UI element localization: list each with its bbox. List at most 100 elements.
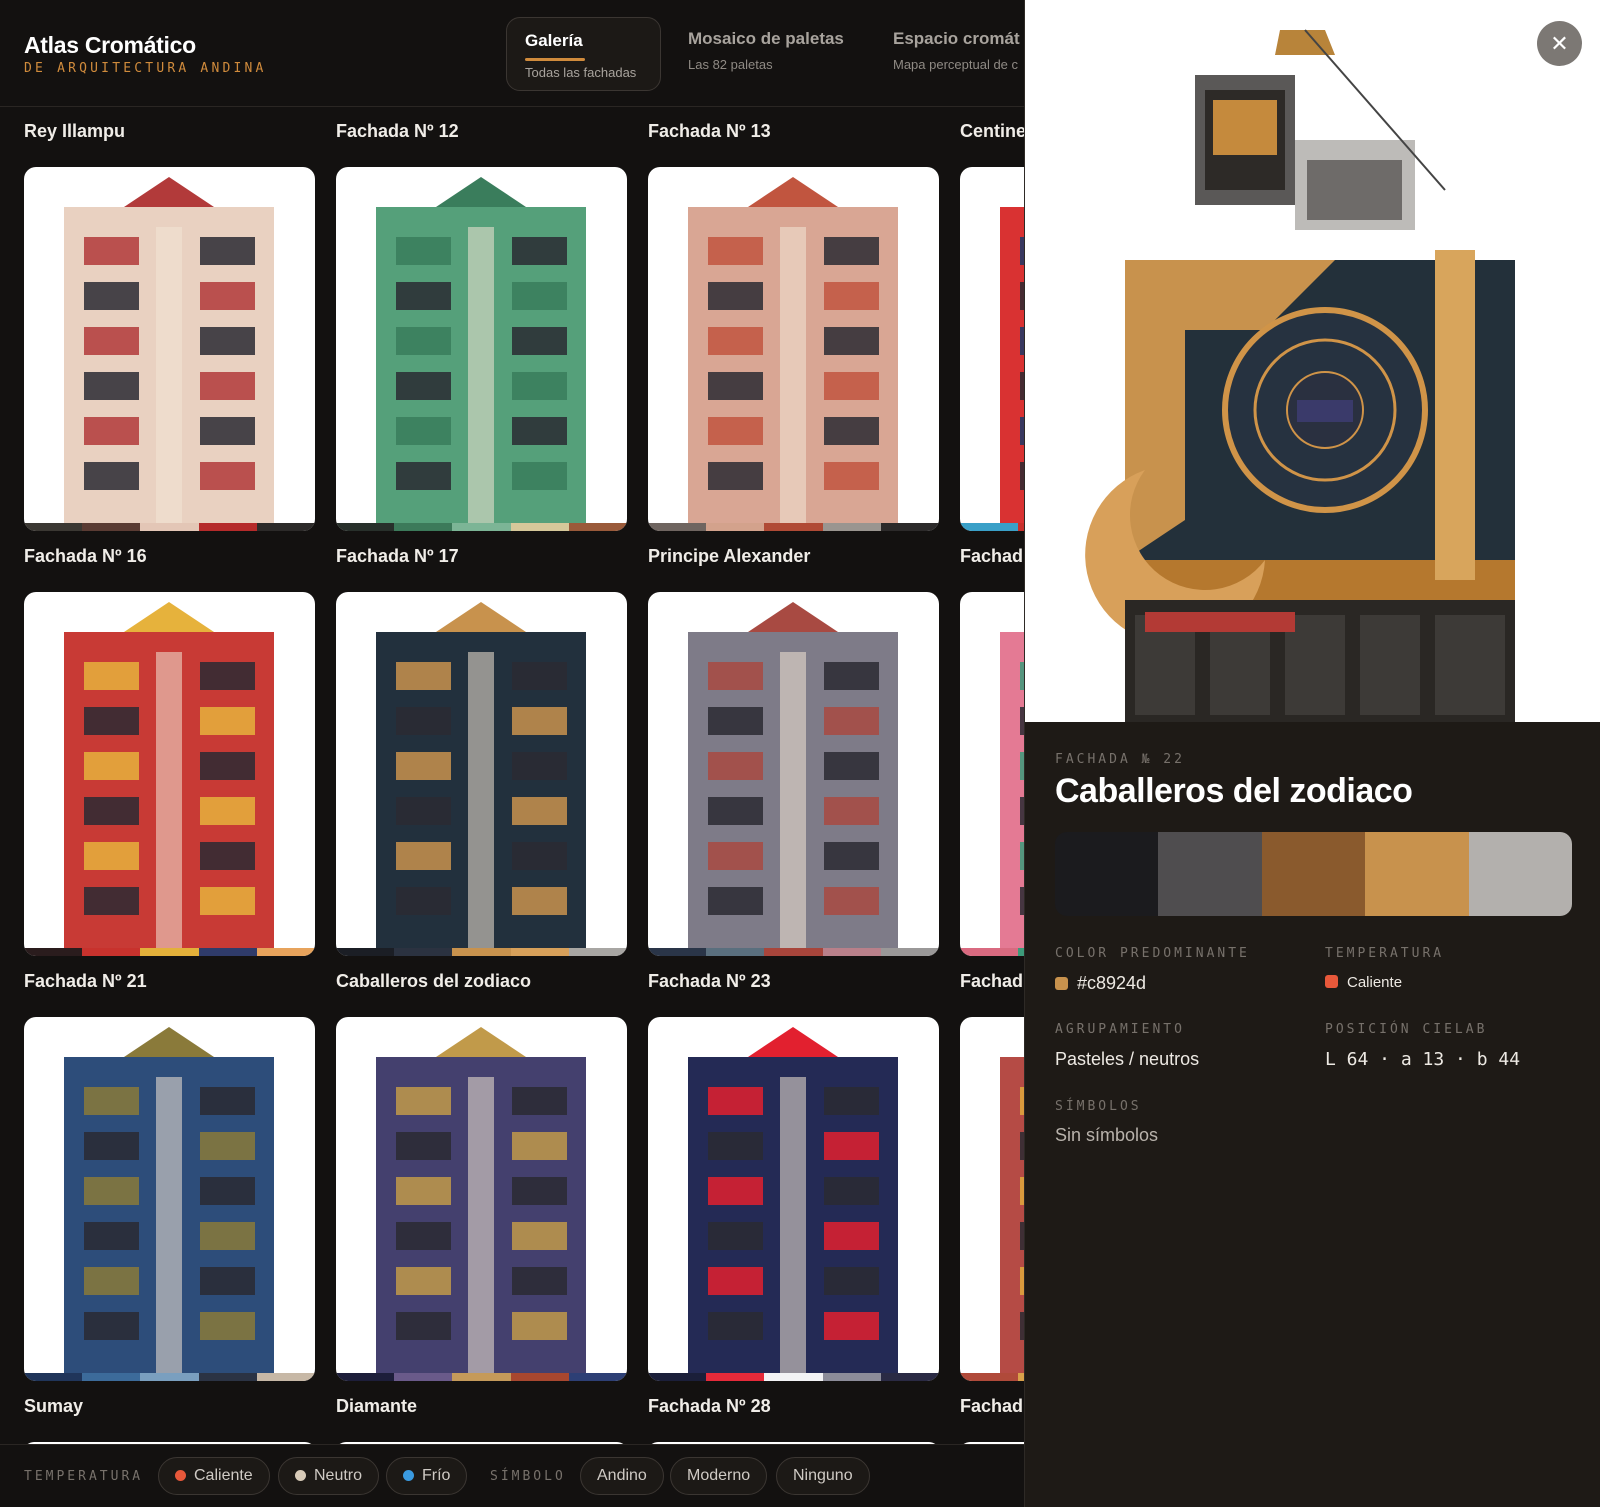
- temperature-label: TEMPERATURA: [1325, 946, 1445, 961]
- palette-swatch: [24, 523, 83, 531]
- palette-strip: [648, 948, 939, 956]
- facade-thumbnail[interactable]: [24, 592, 315, 956]
- palette-swatch: [880, 1373, 939, 1381]
- facade-card-title: Rey Illampu: [24, 121, 126, 141]
- predominant-hex: #c8924d: [1077, 973, 1147, 993]
- facade-card-title: Fachada Nº 16: [24, 546, 147, 566]
- palette-swatch: [1261, 832, 1366, 916]
- grouping-value: Pasteles / neutros: [1055, 1049, 1200, 1069]
- facade-illustration: [376, 1027, 586, 1373]
- palette-swatch: [452, 1373, 511, 1381]
- chip-label: Frío: [422, 1467, 451, 1484]
- facade-card-title: Caballeros del zodiaco: [336, 971, 532, 991]
- palette-swatch: [82, 948, 141, 956]
- palette-swatch: [24, 948, 83, 956]
- palette-swatch: [960, 523, 1019, 531]
- palette-swatch: [336, 523, 395, 531]
- filter-chip-frio[interactable]: Frío: [386, 1457, 468, 1495]
- filter-chip-andino[interactable]: Andino: [580, 1457, 664, 1495]
- top-bar: Atlas Cromático DE ARQUITECTURA ANDINA G…: [0, 0, 1024, 107]
- tab-espacio[interactable]: Espacio cromát Mapa perceptual de c: [893, 17, 1024, 91]
- facade-thumbnail[interactable]: [648, 167, 939, 531]
- facade-thumbnail[interactable]: [24, 1017, 315, 1381]
- palette-swatch: [706, 1373, 765, 1381]
- facade-card-title: Fachada Nº 21: [24, 971, 147, 991]
- facade-thumbnail[interactable]: [336, 592, 627, 956]
- app-title: Atlas Cromático: [24, 32, 196, 58]
- palette-swatch: [568, 948, 627, 956]
- tab-active-indicator: [525, 58, 585, 61]
- facade-card-title: Sumay: [24, 1396, 84, 1416]
- palette-swatch: [880, 523, 939, 531]
- facade-photo: [1025, 0, 1600, 722]
- filter-chip-caliente[interactable]: Caliente: [158, 1457, 270, 1495]
- facade-thumbnail[interactable]: [336, 167, 627, 531]
- gallery-app: Atlas Cromático DE ARQUITECTURA ANDINA G…: [0, 0, 1024, 1507]
- facade-thumbnail[interactable]: [24, 167, 315, 531]
- temperature-filter-label: TEMPERATURA: [24, 1469, 144, 1484]
- neutro-dot: [295, 1470, 306, 1481]
- facade-thumbnail[interactable]: [960, 167, 1024, 531]
- facade-illustration: [64, 602, 274, 948]
- palette-swatch: [140, 948, 199, 956]
- tab-galeria[interactable]: Galería Todas las fachadas: [506, 17, 661, 91]
- symbols-value: Sin símbolos: [1055, 1125, 1159, 1145]
- palette-swatch: [394, 523, 453, 531]
- facade-illustration: [688, 177, 898, 523]
- facade-thumbnail[interactable]: [648, 1017, 939, 1381]
- facade-illustration: [1000, 207, 1024, 523]
- palette-swatch: [510, 1373, 569, 1381]
- palette-strip: [960, 523, 1024, 531]
- palette-strip: [336, 523, 627, 531]
- palette-swatch: [1468, 832, 1572, 916]
- cielab-value: L 64 · a 13 · b 44: [1325, 1049, 1521, 1070]
- filter-bar: TEMPERATURA Caliente Neutro Frío SÍMBOLO…: [0, 1444, 1024, 1507]
- palette-strip: [336, 948, 627, 956]
- temperature-swatch: [1325, 975, 1338, 988]
- palette-strip: [648, 1373, 939, 1381]
- palette-swatch: [82, 1373, 141, 1381]
- detail-palette: [1055, 832, 1572, 916]
- temperature-value: Caliente: [1325, 974, 1402, 991]
- filter-chip-neutro[interactable]: Neutro: [278, 1457, 380, 1495]
- palette-swatch: [256, 523, 315, 531]
- tab-espacio-sub: Mapa perceptual de c: [893, 57, 1019, 72]
- facade-illustration: [376, 602, 586, 948]
- close-icon: ✕: [1550, 31, 1569, 56]
- chip-label: Ninguno: [793, 1467, 853, 1484]
- filter-chip-ninguno[interactable]: Ninguno: [776, 1457, 870, 1495]
- facade-thumbnail[interactable]: [336, 1017, 627, 1381]
- cielab-label: POSICIÓN CIELAB: [1325, 1022, 1488, 1037]
- palette-swatch: [1365, 832, 1469, 916]
- palette-swatch: [82, 523, 141, 531]
- palette-swatch: [394, 948, 453, 956]
- facade-illustration: [64, 177, 274, 523]
- palette-strip: [24, 948, 315, 956]
- palette-swatch: [648, 523, 707, 531]
- palette-swatch: [822, 1373, 881, 1381]
- facade-illustration: [1000, 1057, 1024, 1373]
- palette-swatch: [452, 523, 511, 531]
- facade-card-title: Fachad: [960, 546, 1024, 566]
- filter-chip-moderno[interactable]: Moderno: [670, 1457, 768, 1495]
- palette-swatch: [648, 948, 707, 956]
- detail-title: Caballeros del zodiaco: [1055, 772, 1413, 810]
- palette-swatch: [568, 523, 627, 531]
- palette-swatch: [198, 1373, 257, 1381]
- palette-swatch: [822, 523, 881, 531]
- tab-galeria-label: Galería: [525, 31, 583, 50]
- palette-swatch: [648, 1373, 707, 1381]
- palette-strip: [960, 948, 1024, 956]
- facade-thumbnail[interactable]: [648, 592, 939, 956]
- tab-espacio-label: Espacio cromát: [893, 29, 1020, 48]
- close-button[interactable]: ✕: [1537, 21, 1582, 66]
- tab-mosaico[interactable]: Mosaico de paletas Las 82 paletas: [688, 17, 873, 91]
- facade-thumbnail[interactable]: [960, 1017, 1024, 1381]
- palette-swatch: [764, 1373, 823, 1381]
- facade-illustration: [64, 1027, 274, 1373]
- facade-thumbnail[interactable]: [960, 592, 1024, 956]
- palette-swatch: [336, 948, 395, 956]
- palette-swatch: [960, 1373, 1019, 1381]
- palette-strip: [648, 523, 939, 531]
- facade-card-title: Fachad: [960, 1396, 1024, 1416]
